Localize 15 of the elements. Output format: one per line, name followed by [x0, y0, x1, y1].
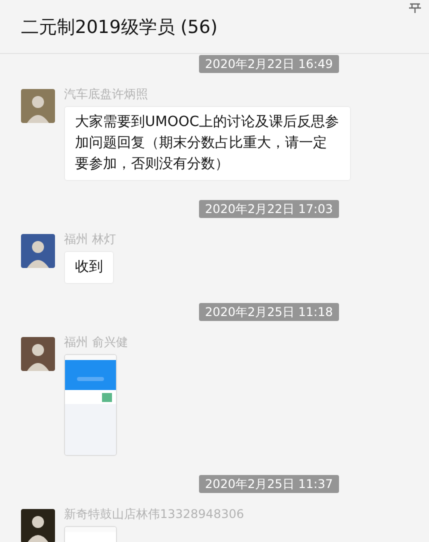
pin-icon[interactable] [409, 3, 421, 13]
sender-name: 福州 林灯 [64, 231, 116, 248]
timestamp: 2020年2月22日 16:49 [199, 55, 339, 73]
message-bubble: 大家需要到UMOOC上的讨论及课后反思参加问题回复（期末分数占比重大，请一定要参加，否则没有分数） [64, 106, 351, 181]
timestamp: 2020年2月22日 17:03 [199, 200, 339, 218]
window-title: 二元制2019级学员 (56) [21, 16, 218, 38]
avatar[interactable] [21, 234, 55, 268]
timestamp: 2020年2月25日 11:18 [199, 303, 339, 321]
sender-name: 福州 俞兴健 [64, 334, 128, 351]
avatar[interactable] [21, 509, 55, 542]
sender-name: 新奇特鼓山店林伟13328948306 [64, 506, 244, 523]
avatar[interactable] [21, 337, 55, 371]
sender-name: 汽车底盘许炳照 [64, 86, 148, 103]
timestamp: 2020年2月25日 11:37 [199, 475, 339, 493]
message-bubble: 收到 [64, 251, 114, 284]
